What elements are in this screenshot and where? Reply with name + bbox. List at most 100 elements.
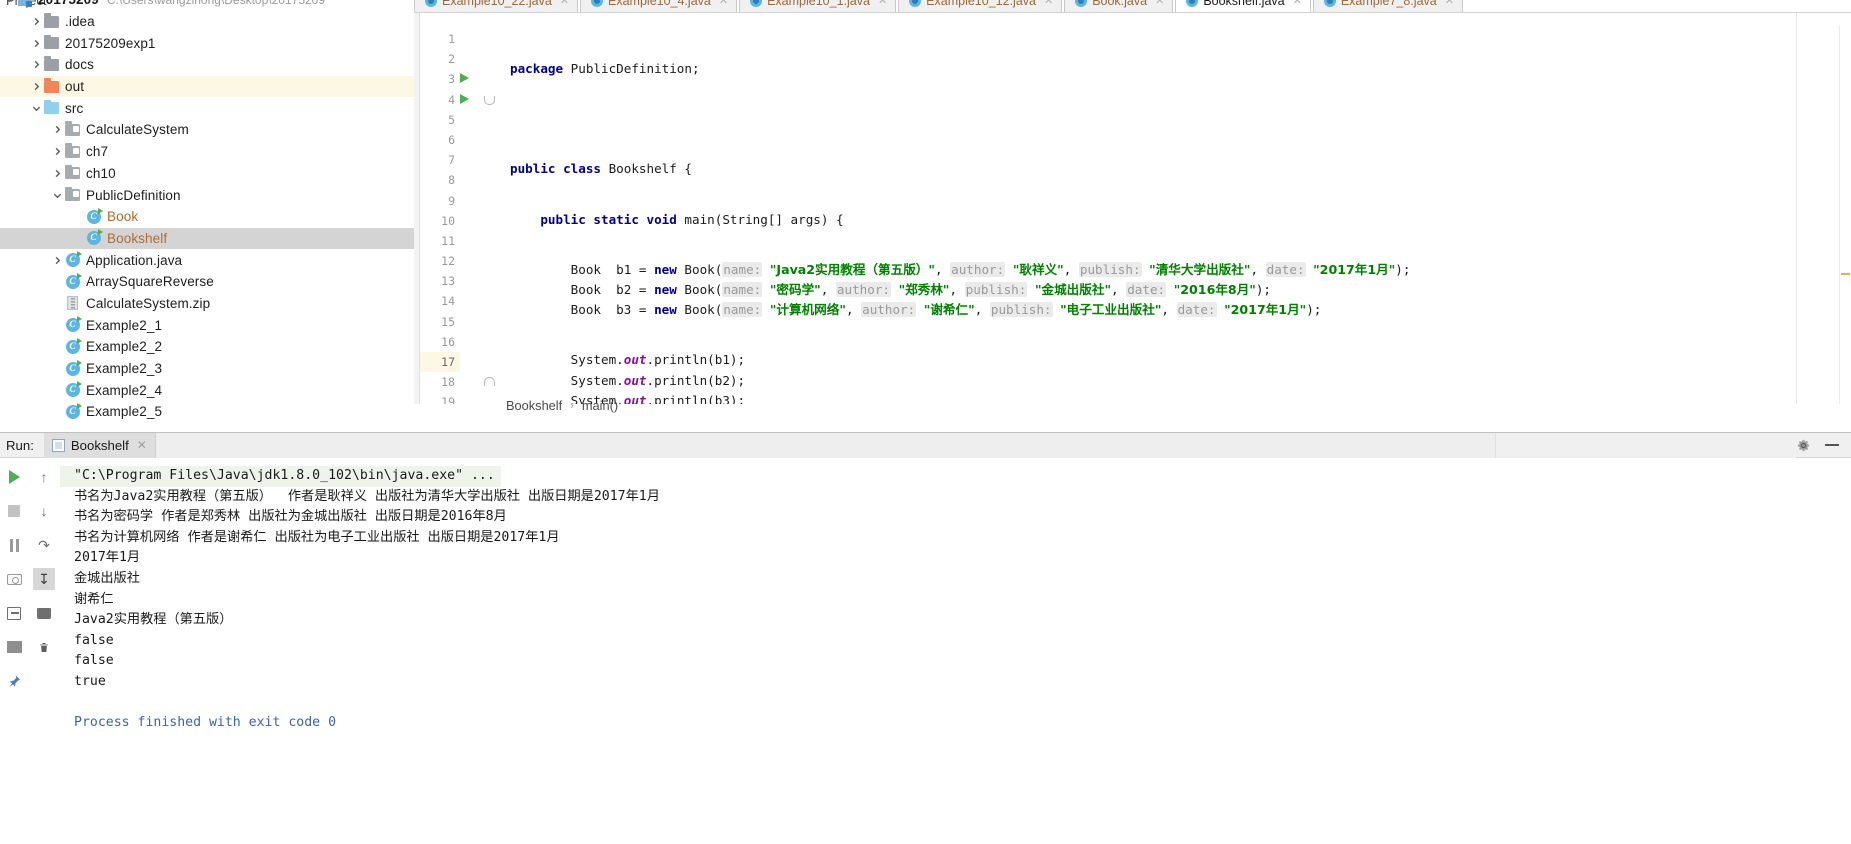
tree-row[interactable]: src: [0, 97, 414, 119]
tree-row[interactable]: C Example2_3: [0, 358, 414, 380]
tree-row[interactable]: docs: [0, 54, 414, 76]
console-line: Java2实用教程（第五版）: [74, 612, 233, 628]
console-line: "C:\Program Files\Java\jdk1.8.0_102\bin\…: [60, 466, 501, 487]
java-class-icon: C: [85, 207, 103, 224]
tree-item-label: src: [65, 100, 84, 116]
tree-row[interactable]: C Example2_1: [0, 314, 414, 336]
editor-tab[interactable]: Example10_4.java ✕: [580, 0, 738, 12]
scroll-to-end-button[interactable]: ↧: [33, 568, 55, 590]
line-number: 16: [441, 334, 455, 349]
layout-button[interactable]: [3, 636, 25, 658]
editor-tab[interactable]: Bookshelf.java ✕: [1175, 0, 1311, 12]
tree-row[interactable]: CalculateSystem: [0, 119, 414, 141]
close-icon[interactable]: ✕: [137, 438, 147, 452]
tree-row-project-root[interactable]: 20175209 C:\Users\wangzihong\Desktop\2017…: [0, 0, 414, 11]
breadcrumb-method[interactable]: main(): [582, 398, 618, 413]
pin-button[interactable]: [3, 670, 25, 692]
screenshot-button[interactable]: [3, 568, 25, 590]
code-fold-start-icon[interactable]: [484, 95, 495, 105]
tree-row[interactable]: CalculateSystem.zip: [0, 293, 414, 315]
tree-row[interactable]: ch7: [0, 141, 414, 163]
field-out: out: [623, 372, 647, 388]
editor-tab[interactable]: Example10_12.java ✕: [898, 0, 1063, 12]
close-icon[interactable]: ✕: [719, 0, 728, 7]
println-pre: System.: [570, 352, 624, 368]
exit-button[interactable]: [3, 602, 25, 624]
println-post: .println(b1);: [646, 352, 746, 368]
editor-tab[interactable]: Example10_22.java ✕: [414, 0, 579, 12]
run-method-gutter-icon[interactable]: [460, 93, 469, 104]
chevron-down-icon[interactable]: [29, 101, 43, 115]
stop-button[interactable]: [3, 500, 25, 522]
tree-row[interactable]: C Application.java: [0, 249, 414, 271]
intellij-idea-window: Project 20175209C:\Users\wangzihong\Desk…: [0, 0, 1851, 844]
pause-button[interactable]: [3, 534, 25, 556]
editor-tab[interactable]: Example10_1.java ✕: [739, 0, 897, 12]
gutter-line-4: [460, 90, 506, 110]
run-class-gutter-icon[interactable]: [460, 73, 469, 84]
book-name-value: "Java2实用教程（第五版）": [769, 261, 935, 277]
chevron-right-icon[interactable]: [50, 166, 64, 180]
package-icon: [64, 143, 81, 159]
chevron-right-icon[interactable]: [50, 253, 64, 267]
chevron-right-icon[interactable]: [29, 36, 43, 50]
error-stripe-gutter[interactable]: [1839, 25, 1851, 404]
line-number: 3: [448, 72, 455, 87]
breadcrumb-class[interactable]: Bookshelf: [506, 398, 562, 413]
close-icon[interactable]: ✕: [560, 0, 569, 7]
folder-icon: [43, 34, 60, 51]
close-icon[interactable]: ✕: [1044, 0, 1053, 7]
tree-row[interactable]: C Example2_4: [0, 379, 414, 401]
run-configuration-tab[interactable]: Bookshelf ✕: [43, 432, 156, 458]
close-icon[interactable]: ✕: [878, 0, 887, 7]
rerun-button[interactable]: [3, 466, 25, 488]
gear-icon[interactable]: [1796, 438, 1811, 453]
tree-row[interactable]: ch10: [0, 163, 414, 185]
up-button[interactable]: ↑: [33, 466, 55, 488]
keyword-new: new: [654, 302, 677, 318]
tree-row[interactable]: 20175209exp1: [0, 32, 414, 54]
tree-row[interactable]: C Book: [0, 206, 414, 228]
tree-row[interactable]: C ArraySquareReverse: [0, 271, 414, 293]
tree-row[interactable]: out: [0, 75, 414, 98]
console-output[interactable]: "C:\Program Files\Java\jdk1.8.0_102\bin\…: [60, 458, 1851, 844]
close-icon[interactable]: ✕: [1155, 0, 1164, 7]
editor-tab[interactable]: Example7_8.java ✕: [1312, 0, 1463, 12]
print-button[interactable]: [33, 602, 55, 624]
close-icon[interactable]: ✕: [1445, 0, 1454, 7]
soft-wrap-button[interactable]: ↷: [33, 534, 55, 556]
chevron-right-icon[interactable]: [29, 58, 43, 72]
editor-tab[interactable]: Book.java ✕: [1064, 0, 1174, 12]
gutter-line-7: [460, 150, 506, 170]
param-hint-author: author:: [950, 261, 1006, 277]
tree-row[interactable]: .idea: [0, 11, 414, 33]
tree-row[interactable]: C Bookshelf: [0, 227, 414, 250]
console-line: false: [74, 632, 114, 648]
chevron-down-icon[interactable]: [50, 188, 64, 202]
chevron-down-icon[interactable]: [2, 0, 16, 7]
tree-item-label: Example2_4: [86, 382, 163, 398]
line-number: 18: [441, 375, 455, 390]
clear-all-button[interactable]: [33, 636, 55, 658]
down-button[interactable]: ↓: [33, 500, 55, 522]
code-fold-end-icon[interactable]: [484, 377, 495, 387]
close-icon[interactable]: ✕: [1293, 0, 1302, 7]
tree-row[interactable]: C Example2_5: [0, 401, 414, 423]
console-line: 谢希仁: [74, 591, 114, 607]
folder-source-icon: [43, 99, 60, 116]
folder-icon: [43, 56, 60, 72]
code-editor-text[interactable]: package PublicDefinition; public class B…: [506, 13, 1851, 404]
minimize-icon[interactable]: [1825, 444, 1839, 446]
tree-row[interactable]: PublicDefinition: [0, 184, 414, 206]
tree-item-label: Book: [107, 209, 139, 225]
tree-item-label: Example2_1: [86, 317, 163, 333]
chevron-right-icon[interactable]: [50, 145, 64, 159]
console-icon: [51, 438, 65, 452]
stripe-warning-mark[interactable]: [1841, 273, 1850, 275]
println-post: .println(b3);: [646, 392, 746, 404]
chevron-right-icon[interactable]: [29, 15, 43, 29]
chevron-right-icon[interactable]: [50, 123, 64, 137]
tree-row[interactable]: C Example2_2: [0, 336, 414, 358]
chevron-right-icon[interactable]: [29, 80, 43, 94]
